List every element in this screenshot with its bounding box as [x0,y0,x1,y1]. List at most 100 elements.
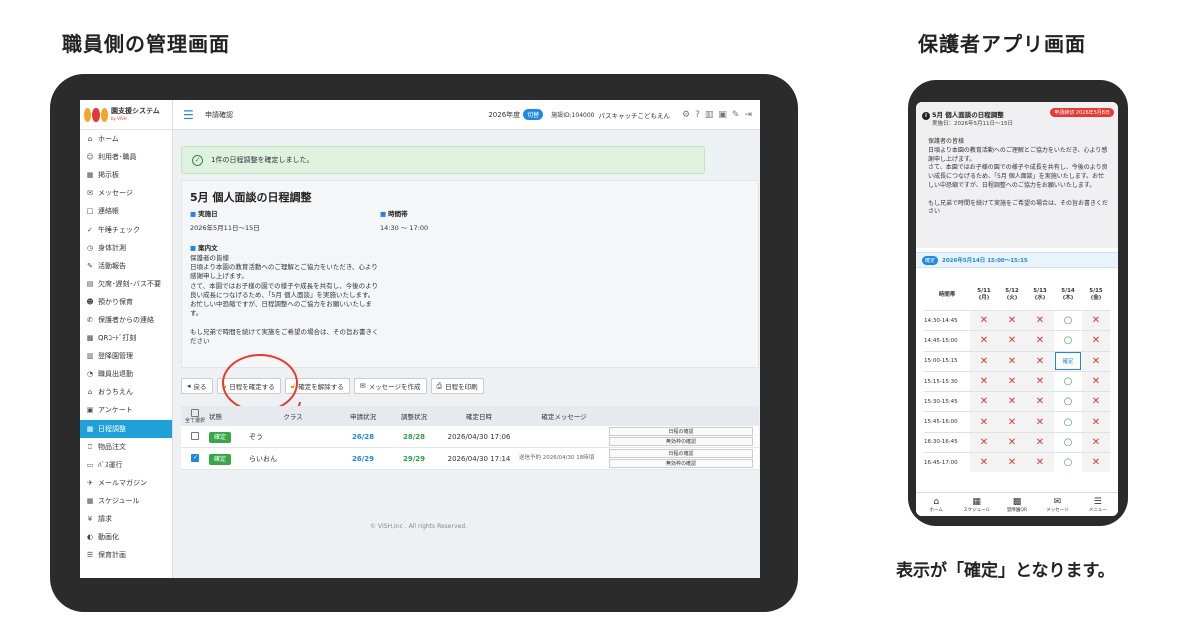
select-all-checkbox[interactable] [191,408,199,417]
bottom-nav-label: メニュー [1088,507,1107,513]
grid-row: 14:30-14:45 ✕ ✕ ✕ ○ ✕ [924,310,1110,331]
print-schedule-button[interactable]: ⎙ 日程を印刷 [430,378,484,394]
notice-body: 保護者の皆様 日頃より本園の教育活動へのご理解とご協力をいただき、心より感謝申し… [190,254,379,345]
sidebar-item[interactable]: ◐ 動画化 [80,528,172,546]
logout-icon[interactable]: ⇥ [744,110,752,120]
sidebar-item[interactable]: ⌂ ホーム [80,130,172,148]
available-icon[interactable]: ○ [1054,372,1082,391]
table-header: 全て選択 状態 クラス 申請状況 調整状況 確定日時 確定メッセージ [181,406,759,426]
bottom-nav-item[interactable]: ▦ スケジュール [956,493,996,516]
caption: 表示が「確定」となります。 [896,561,1115,581]
adjust-status[interactable]: 28/28 [389,433,439,441]
available-icon[interactable]: ○ [1054,331,1082,350]
sidebar-item[interactable]: ☺ 利用者･職員 [80,148,172,166]
bottom-nav-label: スケジュール [963,507,990,513]
sidebar-item[interactable]: ☻ 預かり保育 [80,293,172,311]
hamburger-icon[interactable]: ☰ [183,108,197,122]
request-status[interactable]: 26/28 [337,433,389,441]
sidebar-item[interactable]: ✈ メールマガジン [80,474,172,492]
create-message-button[interactable]: ✉ メッセージを作成 [353,378,427,394]
unavailable-icon: ✕ [1082,331,1110,351]
row-check-cell [181,453,209,464]
sidebar-item[interactable]: ☰ 保育計画 [80,546,172,564]
sidebar-item[interactable]: ◷ 身体計測 [80,239,172,257]
unavailable-icon: ✕ [970,453,998,473]
sidebar-item-label: ﾊﾞｽ運行 [98,460,123,469]
unavailable-icon: ✕ [1082,351,1110,371]
school-name: パスキャッチこどもえん [598,111,671,120]
app-logo[interactable]: 園支援システム by VISH [80,100,172,130]
confirmed-cell[interactable]: 確定 [1054,352,1082,371]
sidebar-item[interactable]: ▦ 日程調整 [80,419,172,438]
grid-day-date: 5/11 [977,288,991,294]
bottom-nav-item[interactable]: ☰ メニュー [1078,493,1118,516]
sidebar-item-label: 掲示板 [98,171,119,180]
row-checkbox[interactable] [191,431,199,440]
sidebar-item[interactable]: ⌂ おうちえん [80,383,172,401]
sidebar-item[interactable]: ✎ 活動報告 [80,257,172,275]
logo-mark-icon [84,107,108,122]
sidebar-item[interactable]: ▭ ﾊﾞｽ運行 [80,456,172,474]
sidebar-item-label: メールマガジン [98,478,147,487]
check-circle-icon: ✓ [192,154,203,166]
sidebar-item[interactable]: ✉ メッセージ [80,184,172,202]
help-icon[interactable]: ? [695,110,700,120]
sidebar-item[interactable]: ¥ 請求 [80,510,172,528]
grid-time: 16:45-17:00 [924,459,958,466]
bottom-nav: ⌂ ホーム ▦ スケジュール ▩ 登降園QR ✉ メッセージ ☰ メニュー [916,492,1118,516]
unavailable-icon: ✕ [970,311,998,331]
available-icon[interactable]: ○ [1054,311,1082,330]
time-label: 時間帯 [380,208,408,218]
schedule-grid-header: 時間帯 5/11 (月) 5/12 (火) 5/13 (水) 5/14 (木) 5/15 (金) [924,280,1110,310]
grid-day-date: 5/15 [1089,288,1103,294]
sidebar-item[interactable]: ✆ 保護者からの連絡 [80,311,172,329]
fiscal-year-label: 2026年度 [488,110,521,119]
sidebar-item[interactable]: ♖ 物品注文 [80,438,172,456]
bottom-nav-label: 登降園QR [1006,507,1028,513]
bottom-nav-item[interactable]: ▩ 登降園QR [997,493,1037,516]
phone-date: 実施日：2026年5月11日～15日 [932,121,1013,127]
grid-time: 14:45-15:00 [924,337,958,344]
success-message: 1件の日程調整を確定しました。 [211,156,314,164]
header-message: 確定メッセージ [541,413,587,421]
sidebar-item[interactable]: ▩ QRｺｰﾄﾞ打刻 [80,329,172,347]
yen-icon: ¥ [87,515,93,524]
grid-day-header: 5/14 (木) [1054,280,1082,310]
view-schedule-button[interactable]: 日程の確認 [609,449,753,458]
sidebar-item[interactable]: ▣ アンケート [80,401,172,419]
window-icon[interactable]: ▣ [718,110,727,120]
available-icon[interactable]: ○ [1054,412,1082,431]
available-icon[interactable]: ○ [1054,453,1082,472]
sidebar-item[interactable]: ▦ 掲示板 [80,166,172,184]
available-icon[interactable]: ○ [1054,433,1082,452]
unavailable-icon: ✕ [998,331,1026,351]
gear-icon[interactable]: ⚙ [682,110,690,120]
plan-icon: ☰ [86,551,94,560]
page-title: 申請確認 [205,110,233,119]
select-all[interactable]: 全て選択 [181,408,209,424]
invalid-slot-button[interactable]: 無効枠の確認 [609,437,753,446]
available-icon[interactable]: ○ [1054,392,1082,411]
view-schedule-button[interactable]: 日程の確認 [609,427,753,436]
unavailable-icon: ✕ [998,432,1026,453]
sidebar-item[interactable]: ✓ 午睡チェック [80,220,172,238]
edit-icon[interactable]: ✎ [732,110,740,120]
sidebar-item-label: 請求 [98,515,112,524]
year-switch-button[interactable]: 切替 [523,109,544,120]
sidebar-item[interactable]: □ 連絡帳 [80,202,172,220]
adjust-status[interactable]: 29/29 [389,455,439,463]
sidebar-item[interactable]: ◔ 職員出退勤 [80,365,172,383]
bottom-nav-item[interactable]: ✉ メッセージ [1037,493,1077,516]
book-icon[interactable]: ▥ [705,110,714,120]
bottom-nav-item[interactable]: ⌂ ホーム [916,493,956,516]
sidebar-item[interactable]: ▦ スケジュール [80,492,172,510]
sidebar-item[interactable]: ▥ 登降園管理 [80,347,172,365]
row-checkbox[interactable] [191,453,199,462]
row-actions: 日程の確認 無効枠の確認 [609,427,759,446]
back-button[interactable]: ◂ 戻る [181,378,213,394]
calendar-icon: □ [86,207,94,216]
sidebar-item[interactable]: ▤ 欠席･遅刻･バス不要 [80,275,172,293]
invalid-slot-button[interactable]: 無効枠の確認 [609,459,753,468]
unavailable-icon: ✕ [970,392,998,412]
request-status[interactable]: 26/29 [337,455,389,463]
